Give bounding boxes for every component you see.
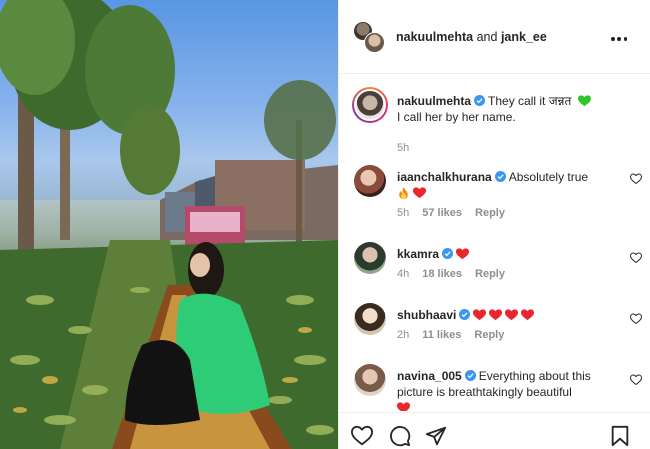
fire-icon [399, 187, 408, 199]
avatar[interactable] [354, 165, 386, 197]
red-heart-icon [413, 187, 426, 199]
comment-time: 2h [397, 329, 410, 341]
comment-likes[interactable]: 11 likes [422, 329, 461, 341]
comment-time: 4h [397, 268, 410, 280]
post-photo[interactable] [0, 0, 338, 449]
red-heart-icon [397, 402, 410, 411]
comment-text: navina_005 Everything about this picture … [397, 368, 623, 411]
red-heart-icon [489, 309, 503, 321]
like-comment-icon[interactable] [630, 173, 642, 185]
red-heart-icon [505, 309, 519, 321]
verified-icon [474, 95, 486, 106]
comment-text: shubhaavi [397, 307, 623, 323]
share-icon[interactable] [425, 425, 447, 447]
author-joiner: and [476, 29, 498, 44]
caption-line-2: I call her by her name. [397, 110, 516, 124]
comment-username[interactable]: navina_005 [397, 369, 462, 383]
verified-icon [464, 370, 476, 381]
red-heart-icon [456, 248, 470, 260]
like-comment-icon[interactable] [630, 252, 642, 264]
avatar[interactable] [352, 87, 388, 123]
post-header: nakuulmehta and jank_ee [339, 0, 650, 74]
comment-body: Absolutely true [508, 170, 589, 184]
reply-button[interactable]: Reply [475, 268, 505, 280]
comment-meta: 5h 57 likes Reply [397, 207, 505, 219]
comments-list[interactable]: nakuulmehta They call it जन्नत I call her… [339, 75, 650, 411]
reply-button[interactable]: Reply [474, 329, 504, 341]
avatar[interactable] [354, 303, 386, 335]
comment-text: iaanchalkhurana Absolutely true [397, 169, 623, 201]
post-action-bar [339, 412, 650, 449]
comment-username[interactable]: iaanchalkhurana [397, 170, 492, 184]
more-horizontal-icon[interactable] [611, 37, 627, 41]
caption-text: nakuulmehta They call it जन्नत I call her… [397, 93, 623, 125]
like-comment-icon[interactable] [630, 374, 642, 386]
caption-username[interactable]: nakuulmehta [397, 94, 471, 108]
avatar[interactable] [354, 364, 386, 396]
avatar[interactable] [354, 242, 386, 274]
like-icon[interactable] [351, 425, 373, 447]
green-heart-icon [577, 95, 591, 107]
comment-text: kkamra [397, 246, 623, 262]
red-heart-icon [473, 309, 487, 321]
verified-icon [494, 171, 506, 182]
comment-time: 5h [397, 207, 410, 219]
comment-username[interactable]: shubhaavi [397, 308, 456, 322]
comment-meta: 4h 18 likes Reply [397, 268, 505, 280]
caption-time: 5h [397, 142, 410, 154]
comment-icon[interactable] [389, 425, 411, 447]
comment-meta: 2h 11 likes Reply [397, 329, 504, 341]
post-authors: nakuulmehta and jank_ee [396, 30, 547, 44]
red-heart-icon [521, 309, 535, 321]
caption-line-1: They call it जन्नत [488, 94, 572, 108]
verified-icon [442, 248, 454, 259]
verified-icon [459, 309, 471, 320]
avatar [364, 31, 385, 53]
comment-username[interactable]: kkamra [397, 247, 439, 261]
author-username-1[interactable]: nakuulmehta [396, 30, 473, 44]
collab-avatars[interactable] [353, 20, 385, 53]
caption-meta: 5h [397, 142, 409, 154]
photo-illustration [0, 0, 338, 449]
save-icon[interactable] [609, 425, 631, 447]
comment-likes[interactable]: 18 likes [422, 268, 462, 280]
comment-likes[interactable]: 57 likes [422, 207, 462, 219]
post-side-panel: nakuulmehta and jank_ee nakuulmehta They … [338, 0, 650, 449]
reply-button[interactable]: Reply [475, 207, 505, 219]
author-username-2[interactable]: jank_ee [501, 30, 547, 44]
like-comment-icon[interactable] [630, 313, 642, 325]
